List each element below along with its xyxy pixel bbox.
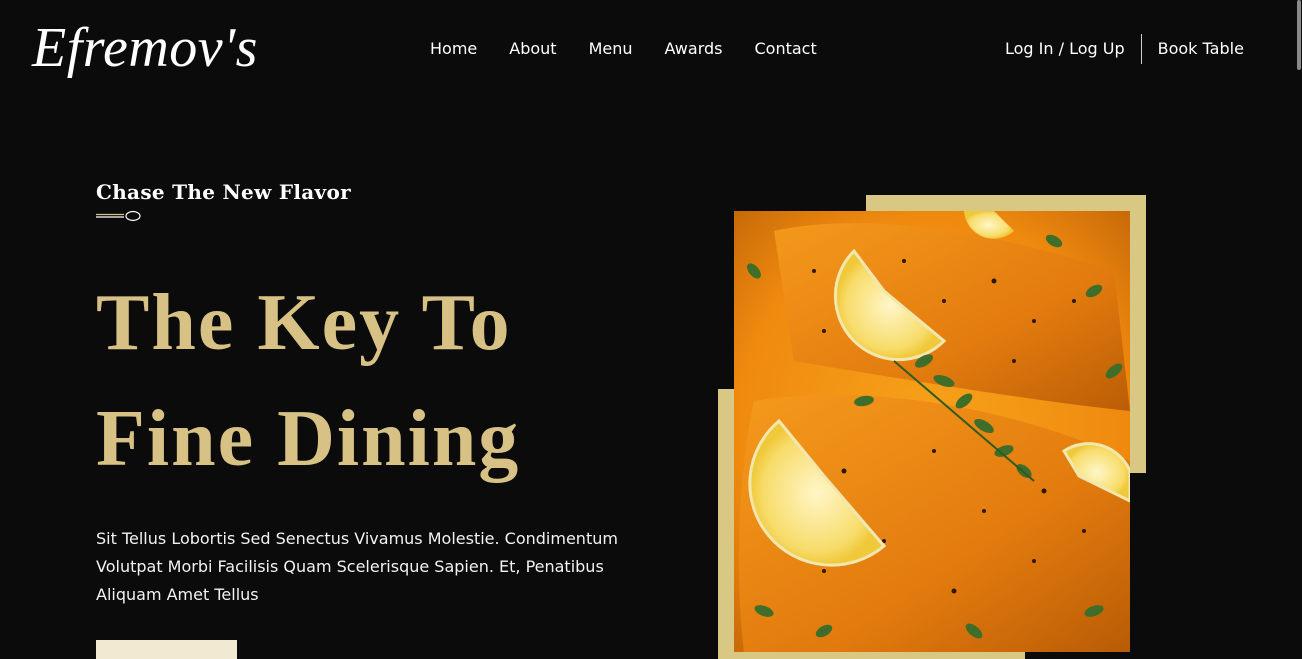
scrollbar-thumb[interactable]: [1297, 0, 1301, 70]
nav-about[interactable]: About: [509, 38, 556, 60]
hero-headline: The Key To Fine Dining: [96, 265, 520, 497]
book-table-link[interactable]: Book Table: [1158, 38, 1244, 60]
nav-awards[interactable]: Awards: [665, 38, 723, 60]
nav-menu[interactable]: Menu: [589, 38, 633, 60]
nav-contact[interactable]: Contact: [754, 38, 816, 60]
brand-logo[interactable]: Efremov's: [32, 16, 258, 80]
header-actions: Log In / Log Up Book Table: [1005, 34, 1244, 64]
main-nav: Home About Menu Awards Contact: [430, 38, 849, 60]
scrollbar[interactable]: [1296, 0, 1302, 659]
salmon-dish-image: [734, 211, 1130, 652]
spoon-icon: [96, 210, 141, 222]
header-divider: [1140, 34, 1142, 64]
nav-home[interactable]: Home: [430, 38, 477, 60]
headline-line-2: Fine Dining: [96, 395, 521, 483]
explore-menu-button[interactable]: Explore Menu: [96, 640, 237, 659]
login-link[interactable]: Log In / Log Up: [1005, 38, 1125, 60]
headline-line-1: The Key To: [96, 279, 512, 367]
hero-tagline: Chase The New Flavor: [96, 180, 351, 204]
hero-description: Sit Tellus Lobortis Sed Senectus Vivamus…: [96, 529, 618, 604]
